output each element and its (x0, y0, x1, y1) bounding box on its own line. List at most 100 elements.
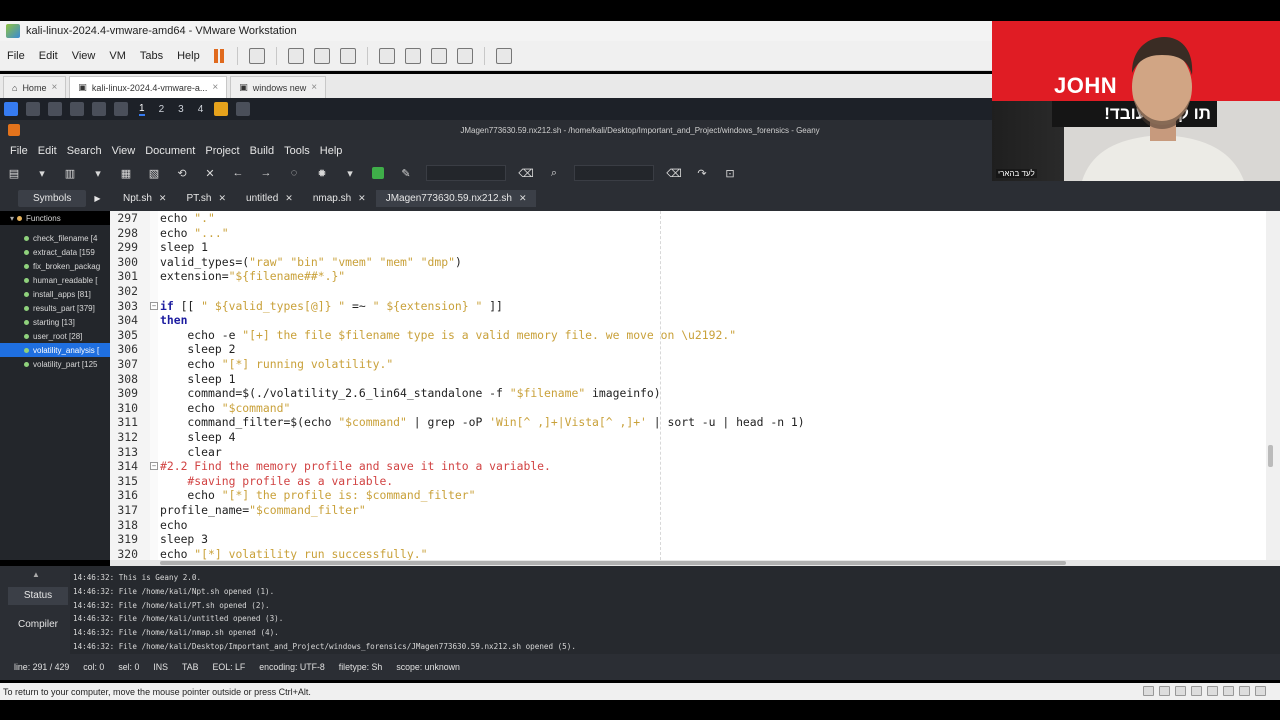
terminal-dropdown-icon[interactable] (114, 102, 128, 116)
close-icon[interactable]: × (51, 82, 57, 93)
close-icon[interactable]: ✕ (218, 193, 226, 204)
network-icon[interactable] (1175, 686, 1186, 696)
close-file-icon[interactable]: ✕ (204, 167, 216, 180)
symbol-item[interactable]: volatility_analysis [ (0, 343, 110, 357)
dropdown-icon[interactable]: ▾ (92, 167, 104, 180)
build-icon[interactable]: ✹ (316, 167, 328, 180)
search-input[interactable] (426, 165, 506, 181)
revert-snapshot-icon[interactable] (313, 47, 330, 64)
save-icon[interactable]: ▦ (120, 167, 132, 180)
editor-tab[interactable]: JMagen773630.59.nx212.sh ✕ (375, 189, 537, 207)
workspace-2[interactable]: 2 (159, 104, 165, 115)
save-all-icon[interactable]: ▧ (148, 167, 160, 180)
editor-tab[interactable]: PT.sh ✕ (176, 190, 236, 207)
terminal-icon[interactable] (70, 102, 84, 116)
close-icon[interactable]: × (212, 82, 218, 93)
vertical-scrollbar[interactable] (1266, 211, 1280, 560)
menu-file[interactable]: File (10, 145, 28, 157)
menu-document[interactable]: Document (145, 145, 195, 157)
symbol-item[interactable]: volatility_part [125 (0, 357, 110, 371)
symbol-item[interactable]: human_readable [ (0, 273, 110, 287)
execute-icon[interactable] (372, 167, 384, 179)
tab-compiler[interactable]: Compiler (8, 616, 68, 634)
symbol-item[interactable]: check_filename [4 (0, 231, 110, 245)
menu-search[interactable]: Search (67, 145, 102, 157)
file-manager-icon[interactable] (48, 102, 62, 116)
kali-menu-icon[interactable] (4, 102, 18, 116)
tab-status[interactable]: Status (8, 587, 68, 605)
library-icon[interactable] (378, 47, 395, 64)
thumbnail-icon[interactable] (404, 47, 421, 64)
workspace-3[interactable]: 3 (178, 104, 184, 115)
color-chooser-icon[interactable]: ✎ (400, 167, 412, 180)
pause-icon[interactable] (212, 48, 226, 64)
new-file-icon[interactable]: ▤ (8, 167, 20, 180)
fold-toggle-icon[interactable]: − (150, 301, 158, 310)
goto-line-icon[interactable]: ↷ (696, 167, 708, 180)
menu-edit[interactable]: Edit (38, 145, 57, 157)
close-icon[interactable]: ✕ (285, 193, 293, 204)
workspace-switcher-icon[interactable] (26, 102, 40, 116)
vm-menu-view[interactable]: View (72, 50, 96, 62)
close-icon[interactable]: × (311, 82, 317, 93)
open-file-icon[interactable]: ▥ (64, 167, 76, 180)
cd-rom-icon[interactable] (1159, 686, 1170, 696)
console-view-icon[interactable] (456, 47, 473, 64)
chevron-up-icon[interactable]: ▲ (32, 570, 40, 579)
chevron-right-icon[interactable]: ▶ (94, 194, 100, 203)
menu-project[interactable]: Project (205, 145, 239, 157)
symbol-item[interactable]: extract_data [159 (0, 245, 110, 259)
reload-icon[interactable]: ⟲ (176, 167, 188, 180)
menu-view[interactable]: View (112, 145, 136, 157)
editor-tab[interactable]: untitled ✕ (236, 190, 303, 207)
symbol-item[interactable]: user_root [28] (0, 329, 110, 343)
clear-goto-icon[interactable]: ⌫ (666, 167, 682, 180)
workspace-1[interactable]: 1 (139, 103, 145, 116)
goto-line-input[interactable] (574, 165, 654, 181)
firefox-icon[interactable] (92, 102, 106, 116)
tab-home[interactable]: ⌂ Home × (3, 76, 67, 98)
symbol-item[interactable]: fix_broken_packag (0, 259, 110, 273)
close-icon[interactable]: ✕ (159, 193, 167, 204)
tab-windows-new[interactable]: ▣ windows new × (230, 76, 327, 98)
menu-build[interactable]: Build (250, 145, 274, 157)
sound-icon[interactable] (1207, 686, 1218, 696)
hard-disk-icon[interactable] (1143, 686, 1154, 696)
editor-tab[interactable]: Npt.sh ✕ (113, 190, 176, 207)
symbol-item[interactable]: starting [13] (0, 315, 110, 329)
close-icon[interactable]: ✕ (358, 193, 366, 204)
message-log-icon[interactable] (1255, 686, 1266, 696)
vm-menu-edit[interactable]: Edit (39, 50, 58, 62)
snapshot-icon[interactable] (287, 47, 304, 64)
dropdown-icon[interactable]: ▾ (344, 167, 356, 180)
fold-toggle-icon[interactable]: − (150, 462, 158, 471)
tab-kali[interactable]: ▣ kali-linux-2024.4-vmware-a... × (69, 76, 228, 98)
quit-icon[interactable]: ⊡ (724, 167, 736, 180)
menu-help[interactable]: Help (320, 145, 343, 157)
vm-menu-vm[interactable]: VM (109, 50, 126, 62)
search-icon[interactable]: ⌕ (548, 167, 560, 179)
burp-icon[interactable] (214, 102, 229, 116)
back-icon[interactable]: ← (232, 167, 244, 179)
workspace-4[interactable]: 4 (198, 104, 204, 115)
send-ctrl-alt-del-icon[interactable] (248, 47, 265, 64)
tab-symbols[interactable]: Symbols (18, 189, 87, 207)
menu-tools[interactable]: Tools (284, 145, 310, 157)
symbol-item[interactable]: install_apps [81] (0, 287, 110, 301)
display-icon[interactable] (1239, 686, 1250, 696)
vm-menu-file[interactable]: File (7, 50, 25, 62)
editor-tab[interactable]: nmap.sh ✕ (303, 190, 376, 207)
horizontal-scroll-thumb[interactable] (160, 561, 1066, 565)
stretch-icon[interactable] (495, 47, 512, 64)
vertical-scroll-thumb[interactable] (1268, 445, 1273, 467)
symbol-item[interactable]: results_part [379] (0, 301, 110, 315)
snapshot-manager-icon[interactable] (339, 47, 356, 64)
fullscreen-icon[interactable] (430, 47, 447, 64)
terminal-window-icon[interactable] (236, 102, 251, 116)
compile-icon[interactable]: ◌ (288, 167, 300, 179)
vm-menu-help[interactable]: Help (177, 50, 200, 62)
printer-icon[interactable] (1223, 686, 1234, 696)
vm-menu-tabs[interactable]: Tabs (140, 50, 163, 62)
forward-icon[interactable]: → (260, 167, 272, 179)
close-icon[interactable]: ✕ (519, 193, 527, 204)
